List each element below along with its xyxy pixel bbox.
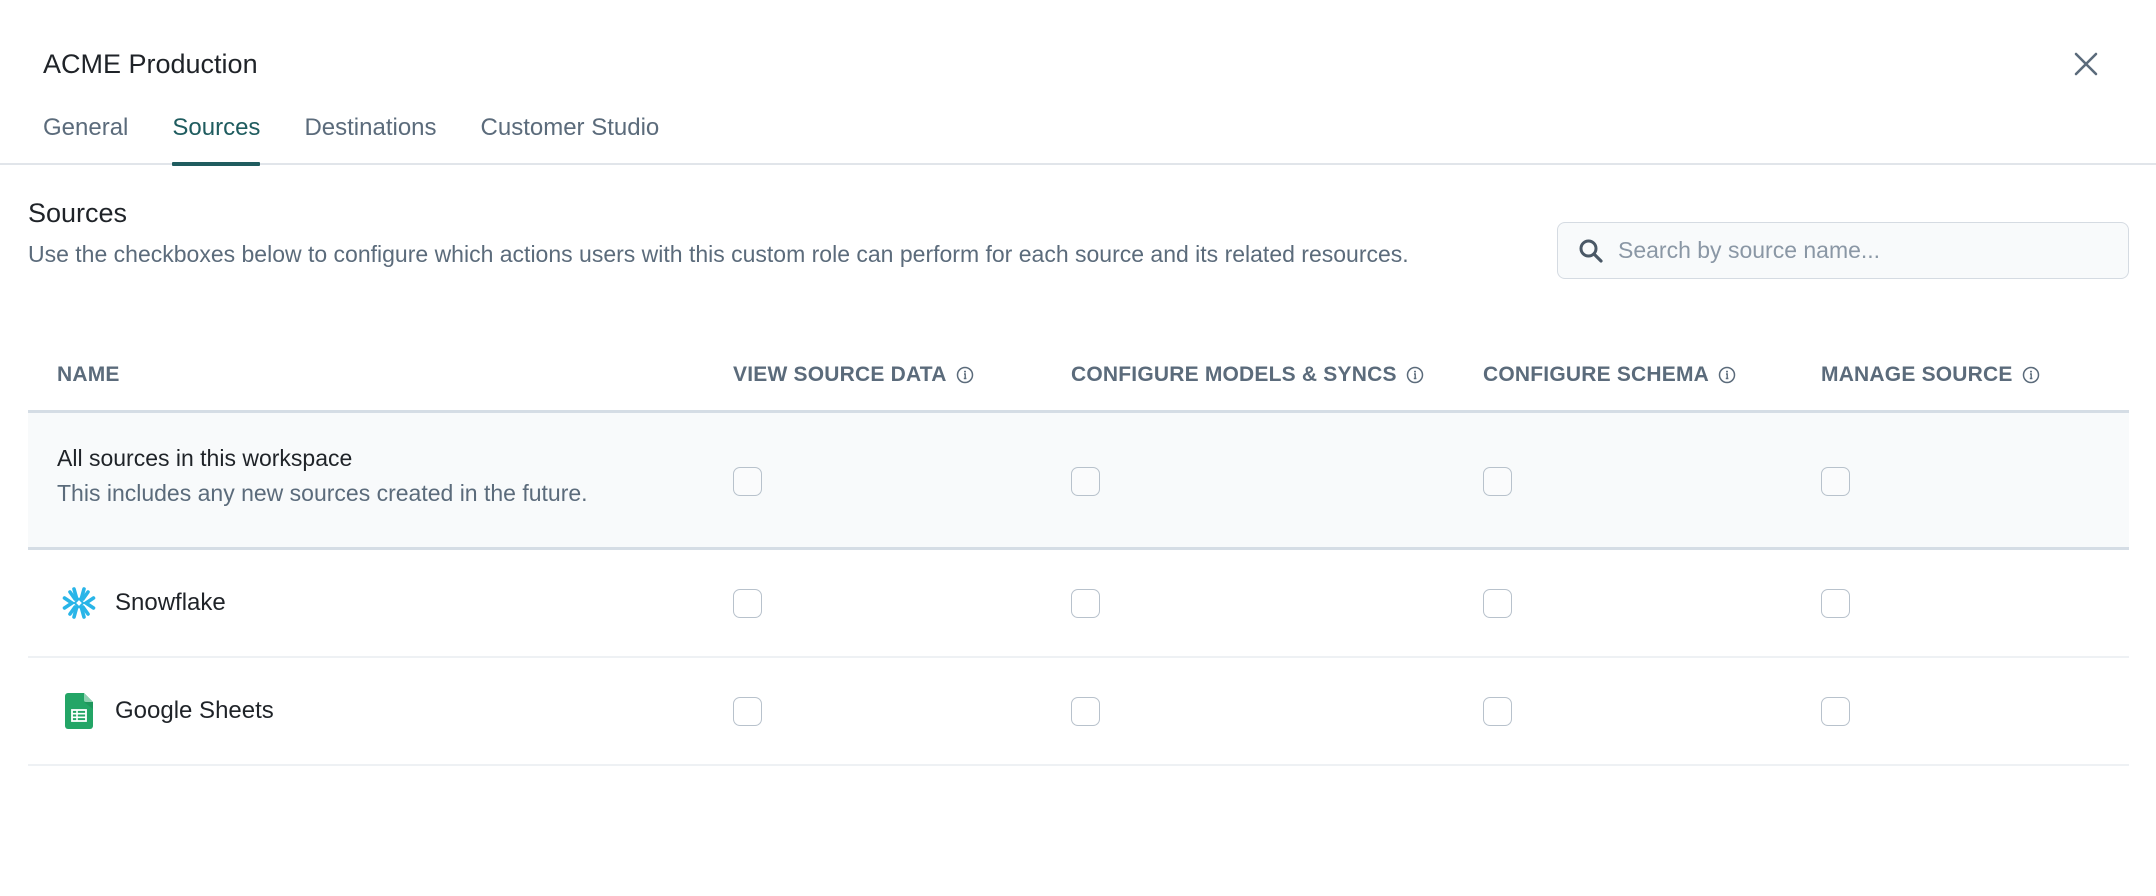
column-label: CONFIGURE MODELS & SYNCS (1071, 363, 1397, 386)
table-header: NAME VIEW SOURCE DATA CONFIGURE MODELS &… (28, 340, 2129, 413)
snowflake-icon (62, 586, 96, 620)
google-sheets-view-source-data-checkbox[interactable] (733, 697, 762, 726)
all-configure-models-syncs-checkbox[interactable] (1071, 467, 1100, 496)
all-sources-row: All sources in this workspace This inclu… (28, 413, 2129, 550)
dialog-header: ACME Production General Sources Destinat… (0, 0, 2156, 166)
all-manage-source-checkbox[interactable] (1821, 467, 1850, 496)
source-name: Google Sheets (115, 697, 274, 724)
snowflake-configure-models-syncs-checkbox[interactable] (1071, 589, 1100, 618)
source-name-cell: Snowflake (62, 550, 226, 656)
info-icon[interactable] (2022, 366, 2040, 384)
all-configure-schema-checkbox[interactable] (1483, 467, 1512, 496)
column-header-manage-source: MANAGE SOURCE (1821, 363, 2040, 387)
column-label: CONFIGURE SCHEMA (1483, 363, 1710, 386)
all-view-source-data-checkbox[interactable] (733, 467, 762, 496)
tab-destinations[interactable]: Destinations (304, 112, 436, 165)
info-icon[interactable] (1406, 366, 1424, 384)
info-icon[interactable] (1718, 366, 1736, 384)
google-sheets-configure-schema-checkbox[interactable] (1483, 697, 1512, 726)
column-label: MANAGE SOURCE (1821, 363, 2013, 386)
section-title: Sources (28, 198, 128, 228)
search-input[interactable] (1618, 237, 2098, 264)
tab-bar: General Sources Destinations Customer St… (43, 112, 703, 166)
source-name: Snowflake (115, 589, 226, 616)
info-icon[interactable] (956, 366, 974, 384)
source-name-cell: Google Sheets (62, 658, 274, 764)
column-label: NAME (57, 363, 120, 386)
all-sources-subtitle: This includes any new sources created in… (57, 480, 588, 506)
snowflake-manage-source-checkbox[interactable] (1821, 589, 1850, 618)
table-row: Snowflake (28, 550, 2129, 658)
column-header-view-source-data: VIEW SOURCE DATA (733, 363, 974, 387)
tab-sources[interactable]: Sources (172, 112, 261, 166)
sources-permissions-table: NAME VIEW SOURCE DATA CONFIGURE MODELS &… (28, 340, 2129, 766)
section-description: Use the checkboxes below to configure wh… (28, 241, 1409, 267)
column-header-configure-schema: CONFIGURE SCHEMA (1483, 363, 1736, 387)
column-header-name: NAME (57, 363, 120, 387)
dialog-title: ACME Production (43, 49, 258, 79)
google-sheets-configure-models-syncs-checkbox[interactable] (1071, 697, 1100, 726)
search-field[interactable] (1557, 222, 2129, 279)
tab-customer-studio[interactable]: Customer Studio (481, 112, 660, 165)
close-button[interactable] (2068, 46, 2104, 82)
column-header-configure-models-syncs: CONFIGURE MODELS & SYNCS (1071, 363, 1424, 387)
close-icon (2074, 52, 2098, 76)
column-label: VIEW SOURCE DATA (733, 363, 947, 386)
tab-general[interactable]: General (43, 112, 128, 165)
all-sources-title: All sources in this workspace (57, 445, 353, 471)
snowflake-view-source-data-checkbox[interactable] (733, 589, 762, 618)
google-sheets-manage-source-checkbox[interactable] (1821, 697, 1850, 726)
google-sheets-icon (62, 693, 96, 729)
search-icon (1579, 239, 1603, 263)
table-row: Google Sheets (28, 658, 2129, 766)
snowflake-configure-schema-checkbox[interactable] (1483, 589, 1512, 618)
